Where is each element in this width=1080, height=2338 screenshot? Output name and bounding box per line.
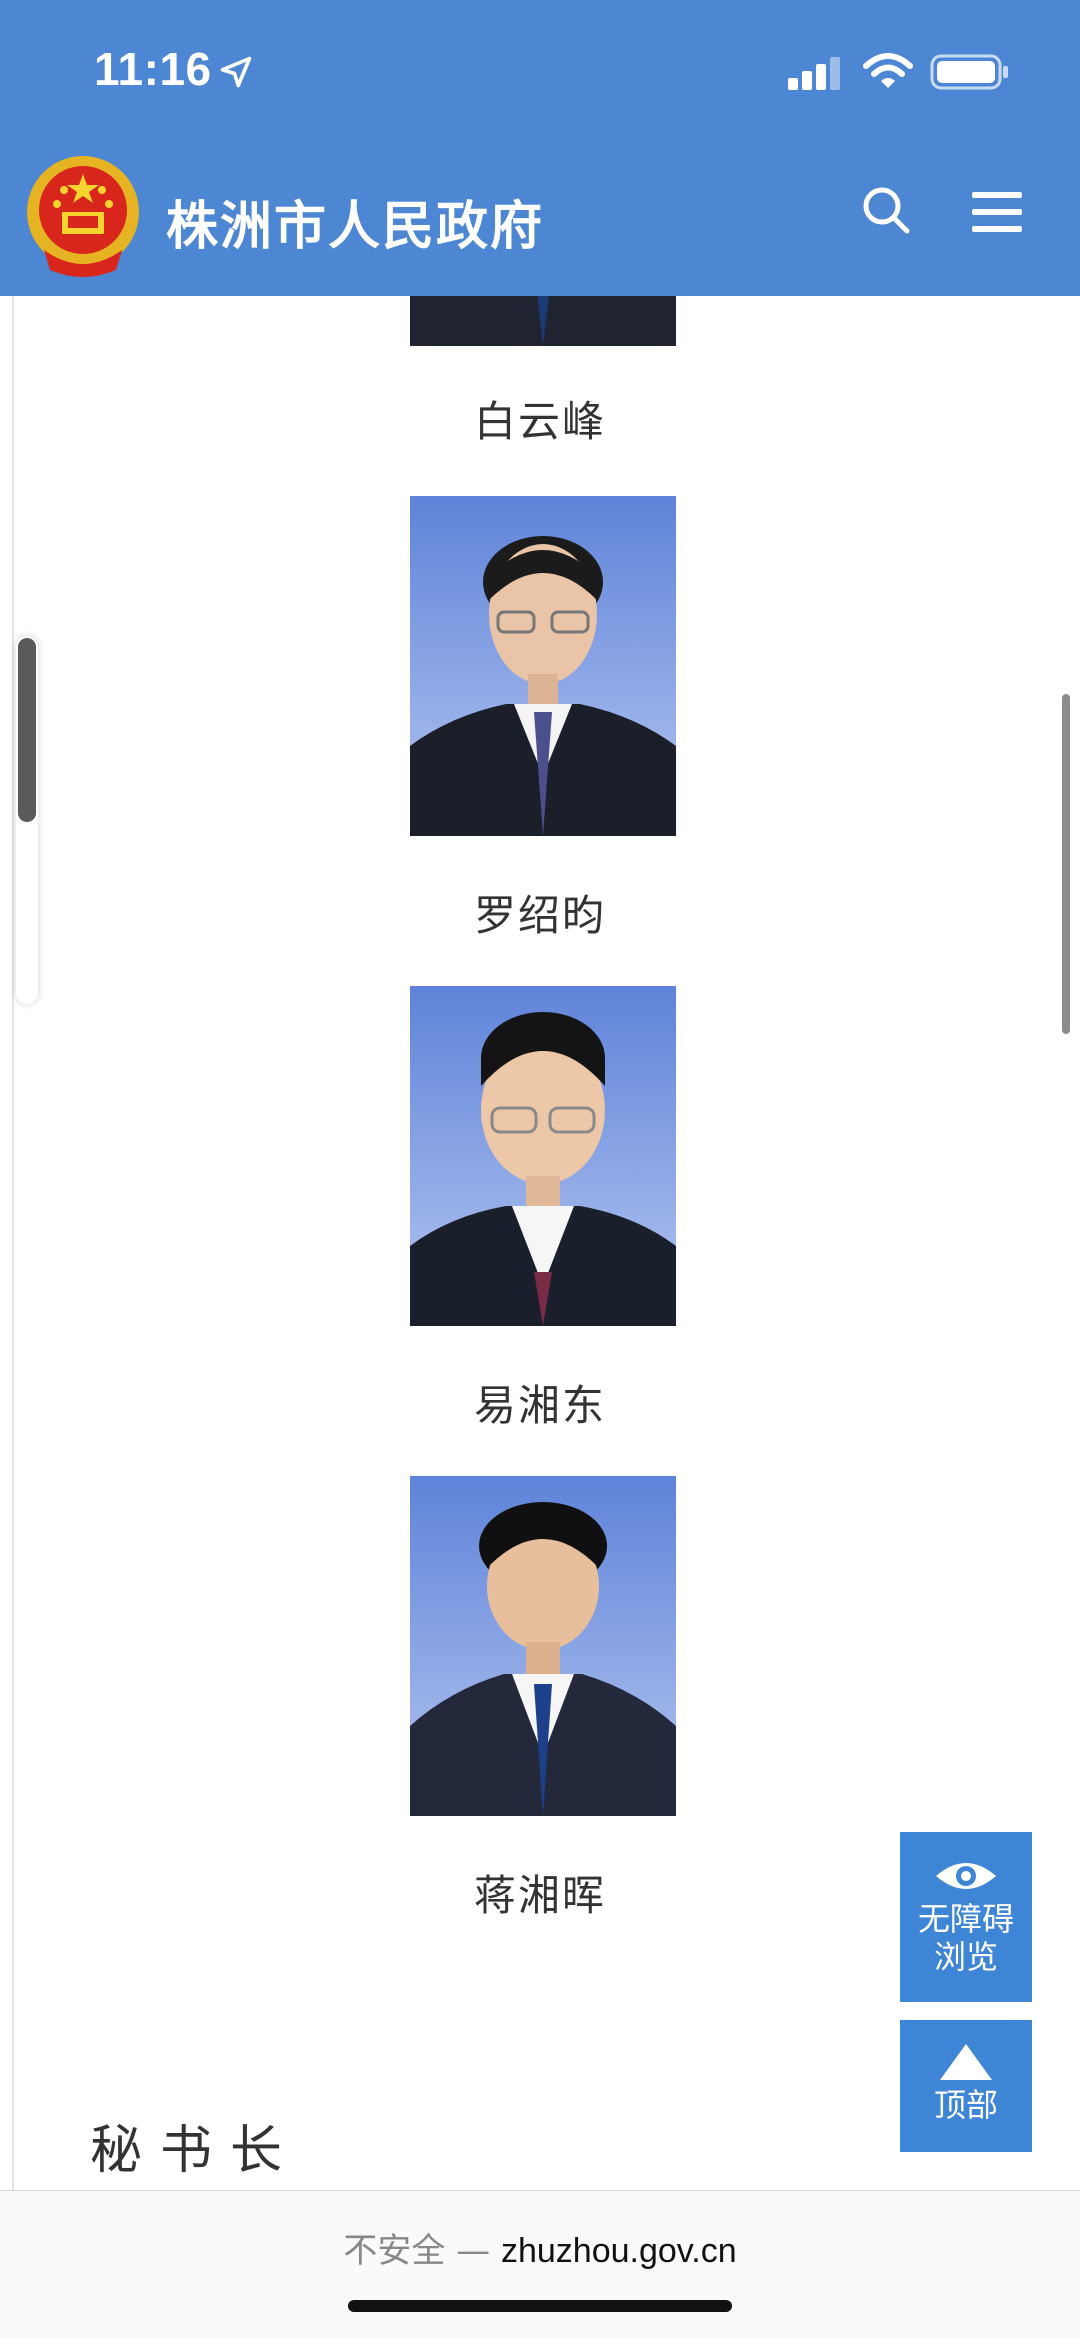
insecure-label: 不安全 — xyxy=(343,2231,491,2271)
official-name: 罗绍昀 xyxy=(473,891,606,940)
url-host: zhuzhou.gov.cn xyxy=(500,2232,737,2270)
section-title: 秘书长 xyxy=(90,2121,301,2181)
accessibility-label-line2: 浏览 xyxy=(933,1938,998,1976)
menu-icon[interactable] xyxy=(970,190,1024,234)
left-scroll-thumb[interactable] xyxy=(18,638,36,822)
official-photo[interactable] xyxy=(410,296,676,346)
wifi-icon xyxy=(863,53,913,88)
back-to-top-button[interactable]: 顶部 xyxy=(900,2020,1032,2152)
status-bar: 11:16 xyxy=(0,0,1080,140)
eye-icon xyxy=(936,1863,996,1889)
battery-icon xyxy=(930,54,1008,90)
url-display[interactable]: 不安全 — zhuzhou.gov.cn xyxy=(0,2223,1080,2272)
site-header: 株洲市人民政府 xyxy=(0,140,1080,296)
arrow-up-icon xyxy=(940,2044,992,2080)
left-scroll-track[interactable] xyxy=(16,636,38,1004)
home-indicator[interactable] xyxy=(348,2300,732,2312)
page-scrollbar[interactable] xyxy=(1062,694,1070,1034)
site-title: 株洲市人民政府 xyxy=(166,197,545,257)
location-arrow-icon xyxy=(220,56,252,88)
official-name: 易湘东 xyxy=(473,1381,606,1430)
top-bar: 11:16 株洲市人民政府 xyxy=(0,0,1080,296)
accessibility-label-line1: 无障碍 xyxy=(917,1900,1014,1938)
accessibility-button[interactable]: 无障碍 浏览 xyxy=(900,1832,1032,2002)
status-time: 11:16 xyxy=(94,43,212,95)
search-icon[interactable] xyxy=(860,184,912,236)
official-photo[interactable] xyxy=(410,1476,676,1816)
emblem-logo[interactable] xyxy=(24,150,142,282)
back-to-top-label: 顶部 xyxy=(933,2086,998,2124)
official-photo[interactable] xyxy=(410,986,676,1326)
official-name: 白云峰 xyxy=(473,397,606,446)
browser-address-bar[interactable]: 不安全 — zhuzhou.gov.cn xyxy=(0,2190,1080,2338)
official-photo[interactable] xyxy=(410,496,676,836)
signal-icon xyxy=(788,57,840,90)
